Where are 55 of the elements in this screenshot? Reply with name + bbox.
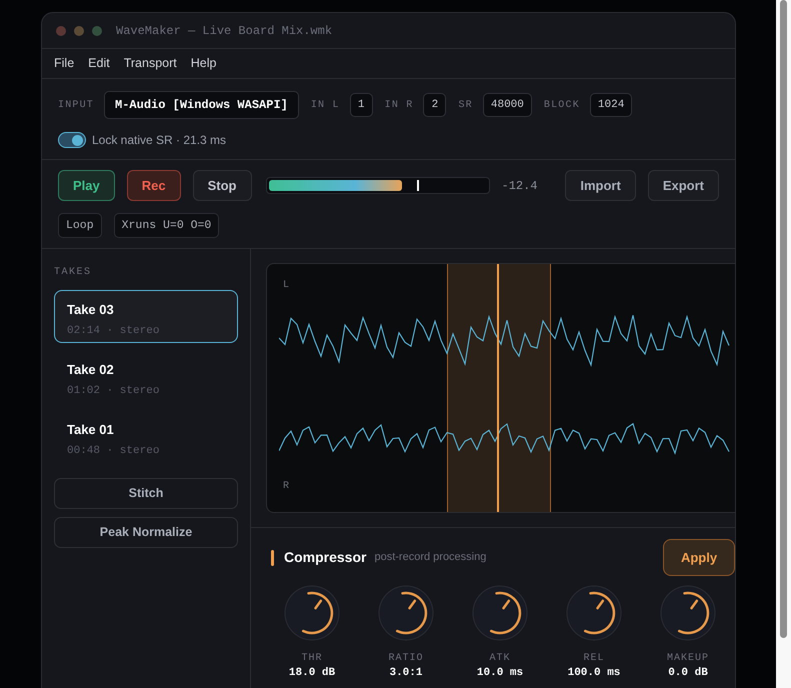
action-button[interactable]: Export: [648, 170, 719, 201]
field-label: IN R: [384, 98, 414, 112]
take-action-button[interactable]: Stitch: [54, 478, 238, 509]
value-field[interactable]: 1: [350, 93, 373, 117]
knob-label: RATIO: [388, 652, 424, 666]
menu-item[interactable]: File: [54, 54, 74, 73]
loop-toggle[interactable]: Loop: [58, 213, 102, 238]
knob[interactable]: [566, 585, 622, 641]
playhead[interactable]: [497, 264, 500, 512]
stop-button[interactable]: Stop: [192, 170, 252, 201]
value-field[interactable]: 1024: [590, 93, 632, 117]
menu-item[interactable]: Edit: [88, 54, 110, 73]
compressor-subtitle: post-record processing: [374, 550, 486, 566]
knob-value: 0.0 dB: [668, 667, 708, 680]
field-label: IN L: [310, 98, 340, 112]
xruns-counter: Xruns U=0 O=0: [114, 213, 220, 238]
knob-label: ATK: [489, 652, 510, 666]
knob-value: 18.0 dB: [288, 667, 336, 680]
play-button[interactable]: Play: [58, 170, 115, 201]
lock-label: Lock native SR · 21.3 ms: [92, 132, 226, 149]
action-button[interactable]: Import: [565, 170, 636, 201]
device-field[interactable]: M-Audio [Windows WASAPI]: [104, 91, 299, 119]
menu-item[interactable]: Transport: [124, 54, 177, 73]
apply-button[interactable]: Apply: [663, 539, 735, 576]
knob[interactable]: [378, 585, 434, 641]
knob-value: 100.0 ms: [568, 667, 620, 680]
take-item[interactable]: Take 02 01:02 · stereo: [54, 350, 238, 403]
menu-item[interactable]: Help: [190, 54, 216, 73]
window-title: WaveMaker — Live Board Mix.wmk: [116, 22, 332, 40]
take-item[interactable]: Take 01 00:48 · stereo: [54, 410, 238, 463]
selection-region[interactable]: [447, 264, 551, 512]
knob[interactable]: [284, 585, 340, 641]
knob-label: MAKEUP: [666, 652, 709, 666]
channel-label: L: [283, 279, 290, 293]
compressor-title: Compressor: [284, 548, 366, 567]
knob-label: THR: [301, 652, 322, 666]
accent-bar: [271, 550, 274, 566]
knob-value: 3.0:1: [389, 667, 422, 680]
channel-label: R: [283, 480, 290, 494]
field-label: BLOCK: [544, 98, 580, 112]
knob[interactable]: [660, 585, 716, 641]
meter-reading: -12.4: [502, 178, 538, 194]
input-label: INPUT: [58, 98, 94, 112]
record-button[interactable]: Rec: [126, 170, 181, 201]
value-field[interactable]: 2: [423, 93, 446, 117]
field-label: SR: [458, 98, 473, 112]
take-item[interactable]: Take 03 02:14 · stereo: [54, 290, 238, 343]
knob[interactable]: [472, 585, 528, 641]
take-action-button[interactable]: Peak Normalize: [54, 517, 238, 548]
takes-heading: TAKES: [54, 266, 93, 280]
knob-label: REL: [583, 652, 604, 666]
scrollbar-thumb[interactable]: [780, 0, 787, 638]
value-field[interactable]: 48000: [482, 93, 532, 117]
knob-value: 10.0 ms: [476, 667, 524, 680]
toggle-switch[interactable]: [58, 132, 86, 148]
